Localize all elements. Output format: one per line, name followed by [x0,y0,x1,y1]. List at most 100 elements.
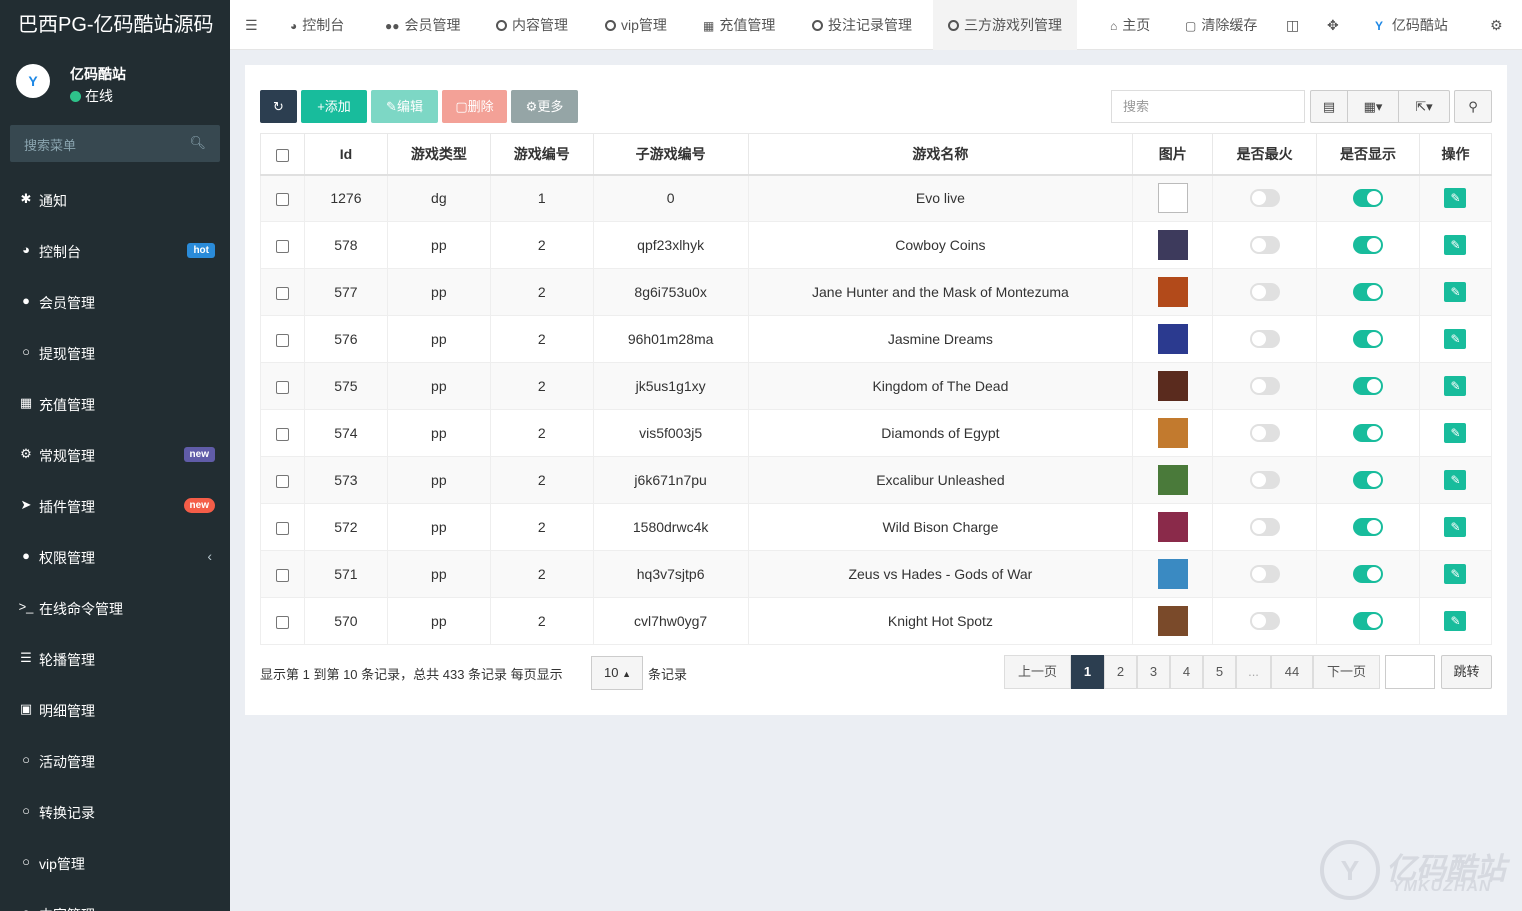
row-edit-button[interactable]: ✎ [1444,470,1467,490]
sidebar-item[interactable]: ○ 转换记录 [0,786,230,837]
site-profile-link[interactable]: Y 亿码酷站 [1375,0,1448,50]
search-icon[interactable]: 🔍︎ [189,135,206,151]
row-edit-button[interactable]: ✎ [1444,235,1467,255]
tab-recharge[interactable]: ▦ 充值管理 [703,0,775,50]
game-thumbnail[interactable] [1157,418,1188,448]
game-thumbnail[interactable] [1157,324,1188,354]
advanced-search-button[interactable]: ⚲ [1454,90,1492,123]
hot-toggle[interactable] [1249,377,1280,396]
row-edit-button[interactable]: ✎ [1444,423,1467,443]
tab-third-party-games[interactable]: 三方游戏列管理 [933,0,1077,50]
page-button-44[interactable]: 44 [1271,655,1313,689]
show-toggle[interactable] [1353,471,1384,490]
column-header[interactable]: 游戏名称 [747,133,1134,176]
page-button-4[interactable]: 4 [1170,655,1203,689]
sidebar-item[interactable]: ○ 提现管理 [0,327,230,378]
refresh-button[interactable]: ↻ [260,90,297,123]
sidebar-item[interactable]: ⚙ 常规管理 new [0,429,230,480]
row-checkbox[interactable] [275,568,289,582]
menu-search-input[interactable]: 搜索菜单 🔍︎ [10,125,220,162]
fullscreen-icon[interactable]: ✥ [1327,0,1339,50]
row-checkbox[interactable] [275,193,289,207]
sidebar-item[interactable]: ☰ 轮播管理 [0,633,230,684]
hot-toggle[interactable] [1249,236,1280,255]
table-row[interactable]: 578 pp 2 qpf23xlhyk Cowboy Coins ✎ [260,221,1493,269]
delete-button[interactable]: ▢删除 [442,90,507,123]
row-edit-button[interactable]: ✎ [1444,376,1467,396]
settings-gear-icon[interactable]: ⚙ [1490,0,1503,50]
jump-page-input[interactable] [1385,655,1435,689]
hot-toggle[interactable] [1249,612,1280,631]
columns-dropdown-button[interactable]: ▦▾ [1347,90,1399,123]
table-row[interactable]: 575 pp 2 jk5us1g1xy Kingdom of The Dead ✎ [260,362,1493,410]
tab-vip[interactable]: vip管理 [605,0,667,50]
row-edit-button[interactable]: ✎ [1444,517,1467,537]
game-thumbnail[interactable] [1157,512,1188,542]
game-thumbnail[interactable] [1157,465,1188,495]
show-toggle[interactable] [1353,518,1384,537]
hot-toggle[interactable] [1249,424,1280,443]
home-link[interactable]: ⌂ 主页 [1110,0,1150,50]
jump-button[interactable]: 跳转 [1441,655,1492,689]
toggle-view-button[interactable]: ▤ [1310,90,1348,123]
column-header[interactable]: 子游戏编号 [592,133,749,176]
hot-toggle[interactable] [1249,330,1280,349]
prev-page-button[interactable]: 上一页 [1004,655,1071,689]
table-row[interactable]: 577 pp 2 8g6i753u0x Jane Hunter and the Mask… [260,268,1493,316]
select-all-checkbox[interactable] [275,148,289,162]
game-thumbnail[interactable] [1157,371,1188,401]
table-row[interactable]: 570 pp 2 cvl7hw0yg7 Knight Hot Spotz ✎ [260,597,1493,645]
row-checkbox[interactable] [275,333,289,347]
game-thumbnail[interactable] [1157,230,1188,260]
game-thumbnail[interactable] [1157,559,1188,589]
column-header[interactable]: 是否最火 [1212,133,1318,176]
game-thumbnail[interactable] [1157,277,1188,307]
row-checkbox[interactable] [275,239,289,253]
sidebar-item[interactable]: ▦ 充值管理 [0,378,230,429]
column-header[interactable]: 游戏编号 [489,133,594,176]
column-header[interactable]: Id [303,133,388,176]
show-toggle[interactable] [1353,189,1384,208]
sidebar-item[interactable]: ● 权限管理 ‹ [0,531,230,582]
page-size-dropdown[interactable]: 10 ▲ [591,656,643,690]
sidebar-item[interactable]: ○ vip管理 [0,837,230,888]
table-row[interactable]: 571 pp 2 hq3v7sjtp6 Zeus vs Hades - Gods of … [260,550,1493,598]
row-checkbox[interactable] [275,615,289,629]
hot-toggle[interactable] [1249,471,1280,490]
page-button-1[interactable]: 1 [1071,655,1104,689]
table-row[interactable]: 1276 dg 1 0 Evo live ✎ [260,174,1493,222]
show-toggle[interactable] [1353,565,1384,584]
table-row[interactable]: 573 pp 2 j6k671n7pu Excalibur Unleashed ✎ [260,456,1493,504]
row-edit-button[interactable]: ✎ [1444,282,1467,302]
table-row[interactable]: 574 pp 2 vis5f003j5 Diamonds of Egypt ✎ [260,409,1493,457]
chevron-left-icon[interactable]: ‹ [207,548,212,564]
export-dropdown-button[interactable]: ⇱▾ [1398,90,1450,123]
game-thumbnail[interactable] [1157,183,1188,214]
row-edit-button[interactable]: ✎ [1444,329,1467,349]
row-checkbox[interactable] [275,521,289,535]
show-toggle[interactable] [1353,612,1384,631]
sidebar-item[interactable]: ▣ 明细管理 [0,684,230,735]
tab-members[interactable]: ●● 会员管理 [385,0,461,50]
row-edit-button[interactable]: ✎ [1444,564,1467,584]
row-checkbox[interactable] [275,427,289,441]
page-button-5[interactable]: 5 [1203,655,1236,689]
add-button[interactable]: +添加 [301,90,367,123]
row-edit-button[interactable]: ✎ [1444,611,1467,631]
brand-title[interactable]: 巴西PG-亿码酷站源码 [0,0,230,50]
sidebar-item[interactable]: ✱ 通知 [0,174,230,225]
sidebar-item[interactable]: >_ 在线命令管理 [0,582,230,633]
hot-toggle[interactable] [1249,518,1280,537]
row-checkbox[interactable] [275,380,289,394]
page-button-3[interactable]: 3 [1137,655,1170,689]
sidebar-item[interactable]: ○ 活动管理 [0,735,230,786]
next-page-button[interactable]: 下一页 [1313,655,1380,689]
table-search-input[interactable] [1112,91,1304,122]
column-header[interactable]: 是否显示 [1316,133,1420,176]
hot-toggle[interactable] [1249,565,1280,584]
tab-dashboard[interactable]: ◕ 控制台 [290,0,344,50]
tab-content[interactable]: 内容管理 [496,0,568,50]
show-toggle[interactable] [1353,236,1384,255]
clear-cache-button[interactable]: ▢ 清除缓存 [1185,0,1257,50]
sidebar-toggle-icon[interactable]: ☰ [245,0,258,50]
